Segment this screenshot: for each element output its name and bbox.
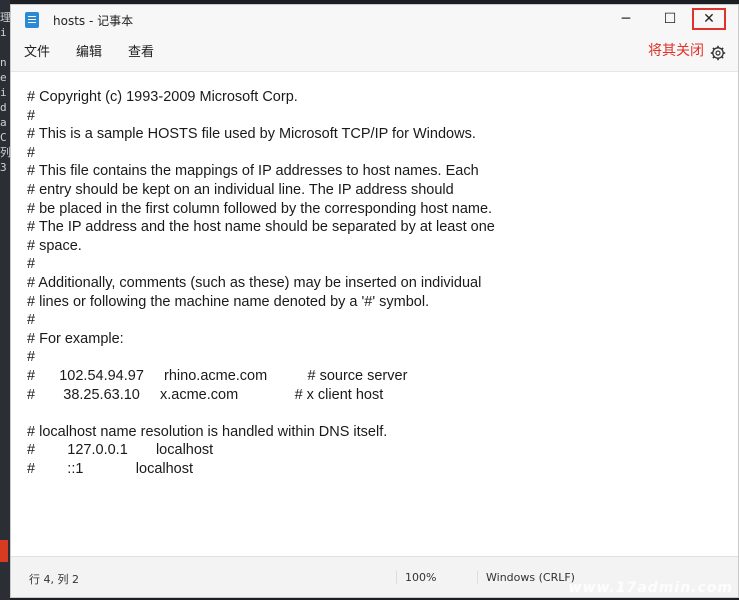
maximize-icon: ☐ <box>663 11 677 27</box>
close-button[interactable]: ✕ <box>692 8 726 30</box>
minimize-button[interactable]: ─ <box>604 5 648 33</box>
background-red-element <box>0 540 8 562</box>
maximize-button[interactable]: ☐ <box>648 5 692 33</box>
menu-edit[interactable]: 编辑 <box>63 35 115 71</box>
window-title: hosts - 记事本 <box>53 13 134 28</box>
notepad-icon <box>25 12 39 28</box>
menu-view[interactable]: 查看 <box>115 35 167 71</box>
minimize-icon: ─ <box>621 11 631 27</box>
title-bar[interactable]: hosts - 记事本 ─ ☐ ✕ <box>11 5 738 35</box>
window-controls: ─ ☐ ✕ <box>604 5 738 35</box>
desktop-background: 理 i n e i d a C 列 3 <box>0 0 11 600</box>
text-editor-area[interactable]: # Copyright (c) 1993-2009 Microsoft Corp… <box>11 71 738 560</box>
settings-gear-icon[interactable] <box>710 45 726 61</box>
notepad-window: hosts - 记事本 ─ ☐ ✕ 文件 编辑 查看 将其关闭 # Copyri… <box>10 4 739 598</box>
zoom-level: 100% <box>396 571 436 584</box>
site-watermark: www.17admin.com <box>568 580 733 596</box>
background-window-text: 理 i n e i d a C 列 3 <box>0 11 11 174</box>
menu-file[interactable]: 文件 <box>11 35 63 71</box>
cursor-position: 行 4, 列 2 <box>29 573 79 586</box>
menu-bar: 文件 编辑 查看 <box>11 35 738 71</box>
close-icon: ✕ <box>703 11 715 27</box>
line-ending: Windows (CRLF) <box>477 571 575 584</box>
close-annotation-label: 将其关闭 <box>648 43 704 59</box>
hosts-file-content[interactable]: # Copyright (c) 1993-2009 Microsoft Corp… <box>27 88 495 478</box>
